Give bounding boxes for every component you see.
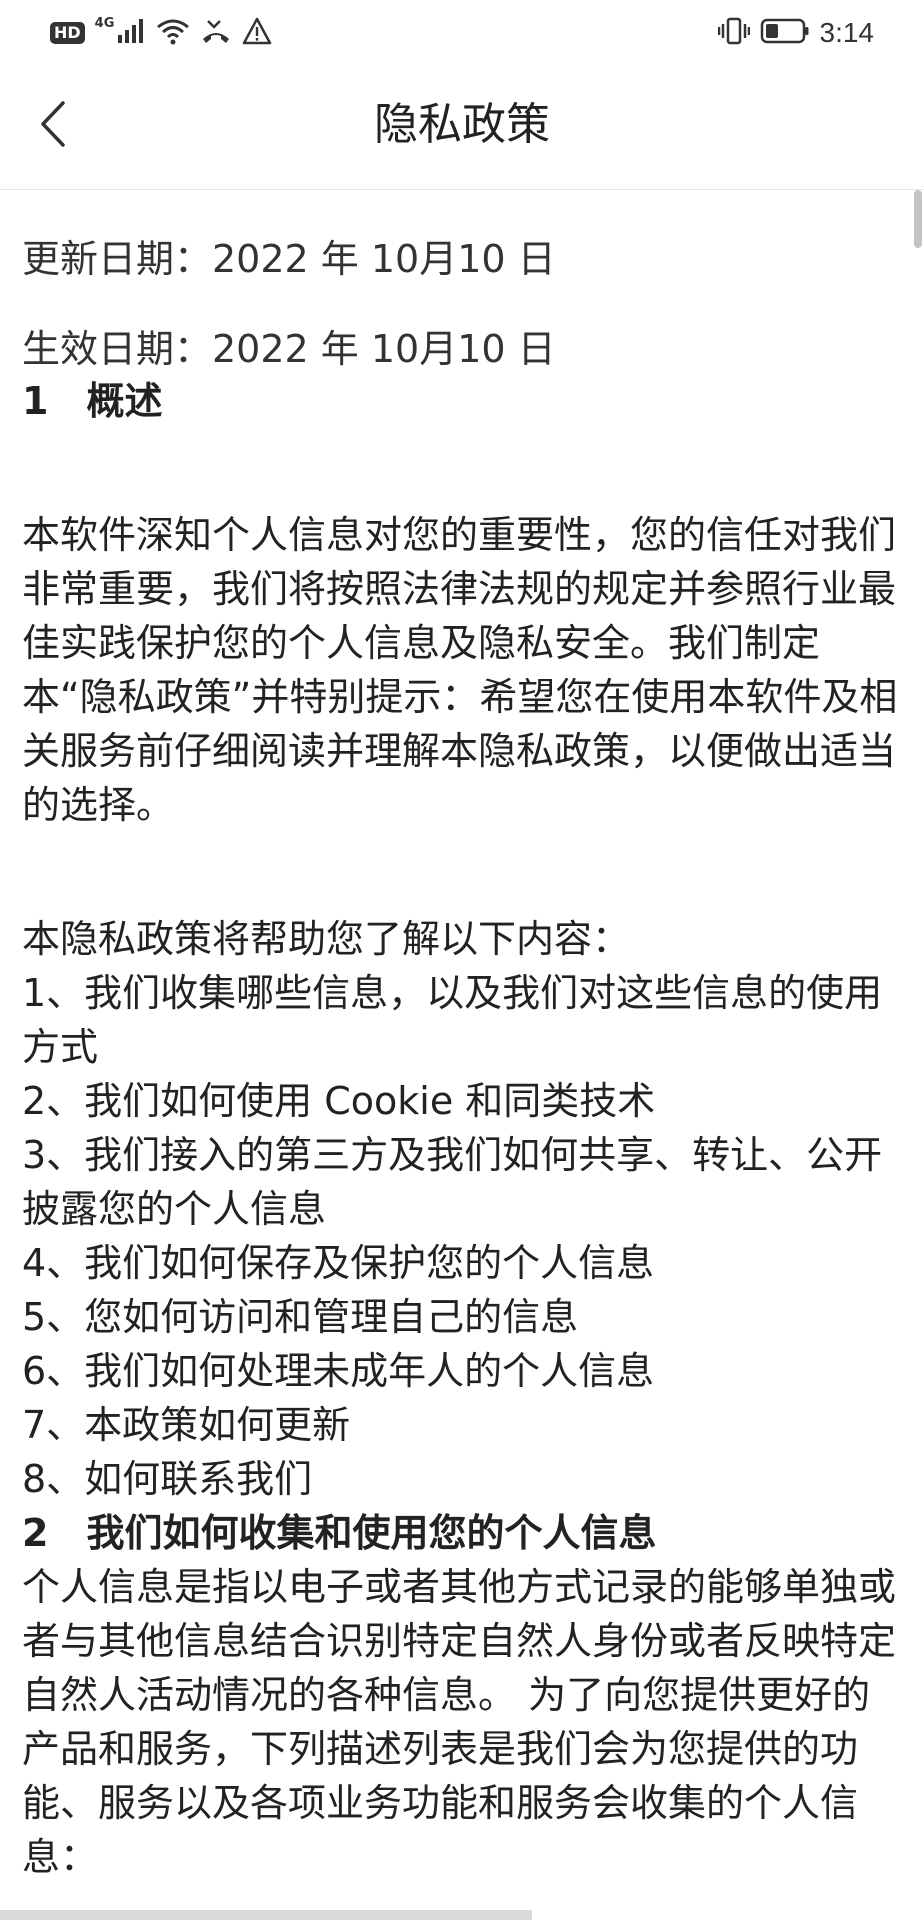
status-right: 3:14 (717, 16, 875, 50)
page-title: 隐私政策 (374, 99, 550, 150)
list-item: 6、我们如何处理未成年人的个人信息 (22, 1349, 655, 1393)
policy-content[interactable]: 更新日期：2022 年 10月10 日 生效日期：2022 年 10月10 日 … (0, 190, 924, 1920)
title-bar: 隐私政策 (0, 66, 924, 190)
list-item: 3、我们接入的第三方及我们如何共享、转让、公开披露您的个人信息 (22, 1133, 883, 1231)
contents-intro: 本隐私政策将帮助您了解以下内容： (22, 917, 631, 961)
hd-badge: HD (50, 22, 85, 44)
section-heading-overview: 1 概述 (22, 379, 163, 423)
section-heading-collection: 2 我们如何收集和使用您的个人信息 (22, 1511, 657, 1555)
battery-icon (760, 17, 810, 49)
list-item: 4、我们如何保存及保护您的个人信息 (22, 1241, 655, 1285)
list-item: 8、如何联系我们 (22, 1457, 313, 1501)
effective-date: 生效日期：2022 年 10月10 日 (22, 327, 556, 371)
bottom-indicator (0, 1910, 532, 1920)
list-item: 2、我们如何使用 Cookie 和同类技术 (22, 1079, 656, 1123)
list-item: 7、本政策如何更新 (22, 1403, 351, 1447)
status-left: HD 4G (50, 15, 272, 49)
policy-document: 更新日期：2022 年 10月10 日 生效日期：2022 年 10月10 日 … (22, 190, 902, 1884)
update-date: 更新日期：2022 年 10月10 日 (22, 237, 556, 281)
collection-paragraph: 个人信息是指以电子或者其他方式记录的能够单独或者与其他信息结合识别特定自然人身份… (22, 1565, 897, 1879)
warning-icon (242, 17, 272, 49)
vibrate-icon (717, 16, 750, 50)
list-item: 5、您如何访问和管理自己的信息 (22, 1295, 579, 1339)
network-type: 4G (94, 15, 115, 31)
status-time: 3:14 (819, 17, 875, 48)
list-item: 1、我们收集哪些信息，以及我们对这些信息的使用方式 (22, 971, 883, 1069)
status-bar: HD 4G 3:14 (0, 0, 924, 66)
wifi-icon (156, 17, 190, 49)
intro-paragraph: 本软件深知个人信息对您的重要性，您的信任对我们非常重要，我们将按照法律法规的规定… (22, 513, 898, 827)
missed-call-icon (200, 17, 232, 49)
scrollbar[interactable] (914, 190, 922, 248)
signal-icon (116, 17, 146, 49)
